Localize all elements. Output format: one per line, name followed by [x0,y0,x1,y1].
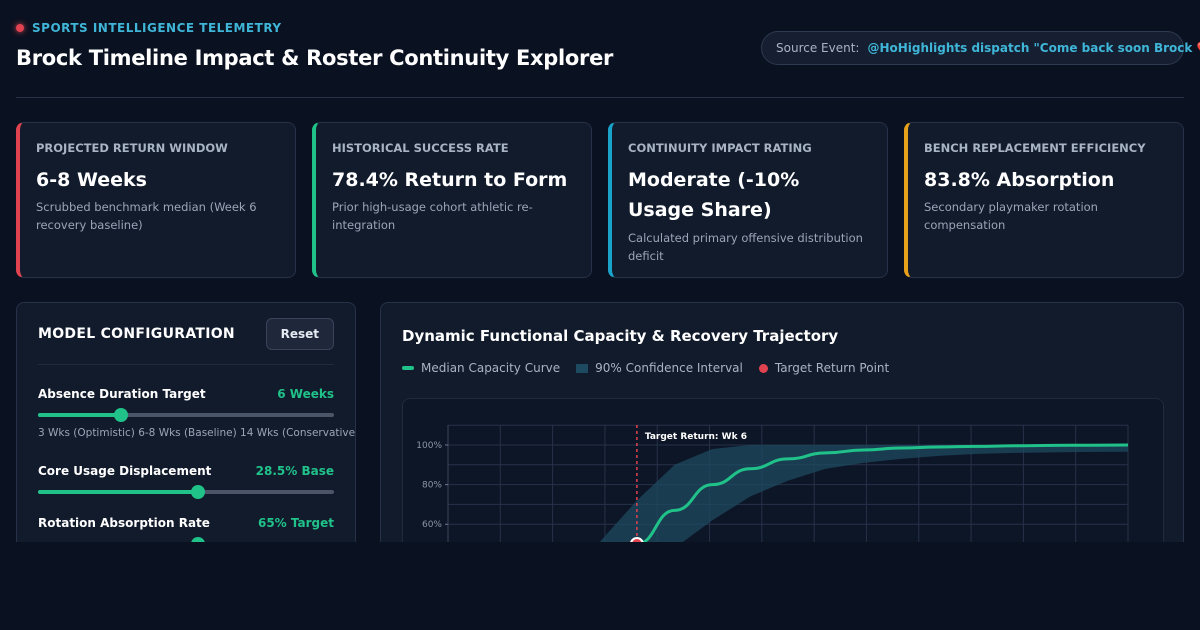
kpi-description: Scrubbed benchmark median (Week 6 recove… [36,200,257,233]
target-return-annotation: Target Return: Wk 6 [645,432,747,442]
header-divider [16,97,1184,98]
slider-scale-caption: 3 Wks (Optimistic) 6-8 Wks (Baseline) 14… [38,427,356,439]
recovery-chart-svg: 100% 80% 60% Target Return: Wk 6 [416,424,1129,561]
legend-item-confidence: 90% Confidence Interval [576,361,743,375]
reset-button[interactable]: Reset [265,317,334,350]
y-tick-label: 80% [422,481,442,491]
legend-label: 90% Confidence Interval [595,361,743,375]
line-swatch-icon [402,366,414,370]
plot-area: 100% 80% 60% Target Return: Wk 6 [402,398,1164,561]
slider-core-usage: Core Usage Displacement 28.5% Base [38,464,334,499]
kpi-card-success-rate: HISTORICAL SUCCESS RATE 78.4% Return to … [312,122,592,278]
slider-track[interactable] [38,408,334,422]
slider-track[interactable] [38,485,334,499]
y-tick-label: 100% [416,441,442,451]
kpi-label: PROJECTED RETURN WINDOW [36,141,228,155]
live-indicator-icon [16,24,24,32]
config-header: MODEL CONFIGURATION Reset [38,303,334,365]
slider-value: 65% Target [257,516,334,530]
y-tick-label: 60% [422,520,442,530]
slider-value: 28.5% Base [255,464,334,478]
kpi-description: Secondary playmaker rotation compensatio… [924,200,1098,233]
slider-absence-duration: Absence Duration Target 6 Weeks 3 Wks (O… [38,387,356,439]
chart-legend: Median Capacity Curve 90% Confidence Int… [402,361,889,375]
kpi-card-return-window: PROJECTED RETURN WINDOW 6-8 Weeks Scrubb… [16,122,296,278]
model-configuration-panel: MODEL CONFIGURATION Reset Absence Durati… [16,302,356,562]
legend-label: Target Return Point [774,361,890,375]
slider-label: Absence Duration Target [38,387,206,401]
kpi-card-continuity-impact: CONTINUITY IMPACT RATING Moderate (-10% … [608,122,888,278]
band-swatch-icon [576,363,589,373]
kpi-value: 78.4% Return to Form [332,169,568,191]
source-event-pill[interactable]: Source Event: @HoHighlights dispatch "Co… [761,31,1200,65]
legend-label: Median Capacity Curve [421,361,561,375]
kpi-card-bench-efficiency: BENCH REPLACEMENT EFFICIENCY 83.8% Absor… [904,122,1184,278]
kpi-label: HISTORICAL SUCCESS RATE [332,141,509,155]
eyebrow-label: SPORTS INTELLIGENCE TELEMETRY [32,21,282,35]
recovery-trajectory-panel: Dynamic Functional Capacity & Recovery T… [380,302,1184,562]
chart-title: Dynamic Functional Capacity & Recovery T… [402,327,839,345]
kpi-value: 83.8% Absorption [924,169,1115,191]
legend-item-median: Median Capacity Curve [402,361,560,375]
kpi-value: 6-8 Weeks [36,169,147,191]
source-event-link[interactable]: @HoHighlights dispatch "Come back soon B… [867,41,1200,55]
slider-fill [38,413,121,417]
eyebrow: SPORTS INTELLIGENCE TELEMETRY [16,21,282,35]
kpi-description: Prior high-usage cohort athletic re-inte… [332,200,533,233]
source-event-label: Source Event: [776,41,860,55]
slider-label: Rotation Absorption Rate [38,516,210,530]
config-title: MODEL CONFIGURATION [38,325,235,342]
kpi-label: BENCH REPLACEMENT EFFICIENCY [924,141,1146,155]
kpi-label: CONTINUITY IMPACT RATING [628,141,812,155]
slider-thumb[interactable] [190,485,205,499]
kpi-value: Moderate (-10% Usage Share) [628,169,800,222]
legend-item-target: Target Return Point [758,361,890,375]
dot-swatch-icon [758,363,768,373]
page-footer-space [0,542,1200,630]
page-title: Brock Timeline Impact & Roster Continuit… [16,46,614,70]
slider-label: Core Usage Displacement [38,464,212,478]
kpi-description: Calculated primary offensive distributio… [628,230,863,263]
slider-fill [38,490,198,494]
slider-thumb[interactable] [113,408,128,422]
slider-value: 6 Weeks [277,387,334,401]
